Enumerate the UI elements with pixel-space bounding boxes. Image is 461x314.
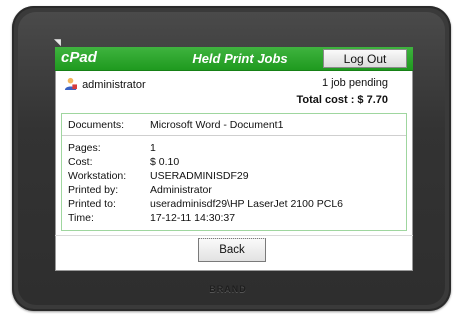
cost-label: Cost: <box>68 156 93 168</box>
time-label: Time: <box>68 212 94 224</box>
pages-label: Pages: <box>68 142 101 154</box>
printed-by-value: Administrator <box>150 184 212 196</box>
user-icon <box>64 77 77 90</box>
printed-by-label: Printed by: <box>68 184 119 196</box>
time-value: 17-12-11 14:30:37 <box>150 212 236 224</box>
footer-divider <box>55 235 413 236</box>
pages-value: 1 <box>150 142 156 154</box>
workstation-label: Workstation: <box>68 170 127 182</box>
divider <box>62 135 406 136</box>
logout-button[interactable]: Log Out <box>323 49 407 68</box>
screen: cPad Held Print Jobs Log Out administrat… <box>55 47 413 271</box>
printed-to-label: Printed to: <box>68 198 116 210</box>
brand-name: cPad <box>61 49 97 66</box>
corner-icon: ◥ <box>54 37 61 47</box>
job-details: Documents: Microsoft Word - Document1 Pa… <box>61 113 407 231</box>
documents-value: Microsoft Word - Document1 <box>150 119 284 131</box>
page-title: Held Print Jobs <box>192 51 288 66</box>
workstation-value: USERADMINISDF29 <box>150 170 249 182</box>
user-row: administrator <box>64 77 146 91</box>
username: administrator <box>82 79 146 91</box>
back-button[interactable]: Back <box>198 238 266 262</box>
cost-value: $ 0.10 <box>150 156 180 168</box>
printed-to-value: useradminisdf29\HP LaserJet 2100 PCL6 <box>150 198 344 210</box>
top-bar: cPad Held Print Jobs Log Out <box>55 47 413 71</box>
pending-count: 1 job pending <box>321 77 388 89</box>
bezel-logo: BRAND <box>209 284 247 294</box>
documents-label: Documents: <box>68 119 125 131</box>
total-cost: Total cost : $ 7.70 <box>296 94 389 106</box>
